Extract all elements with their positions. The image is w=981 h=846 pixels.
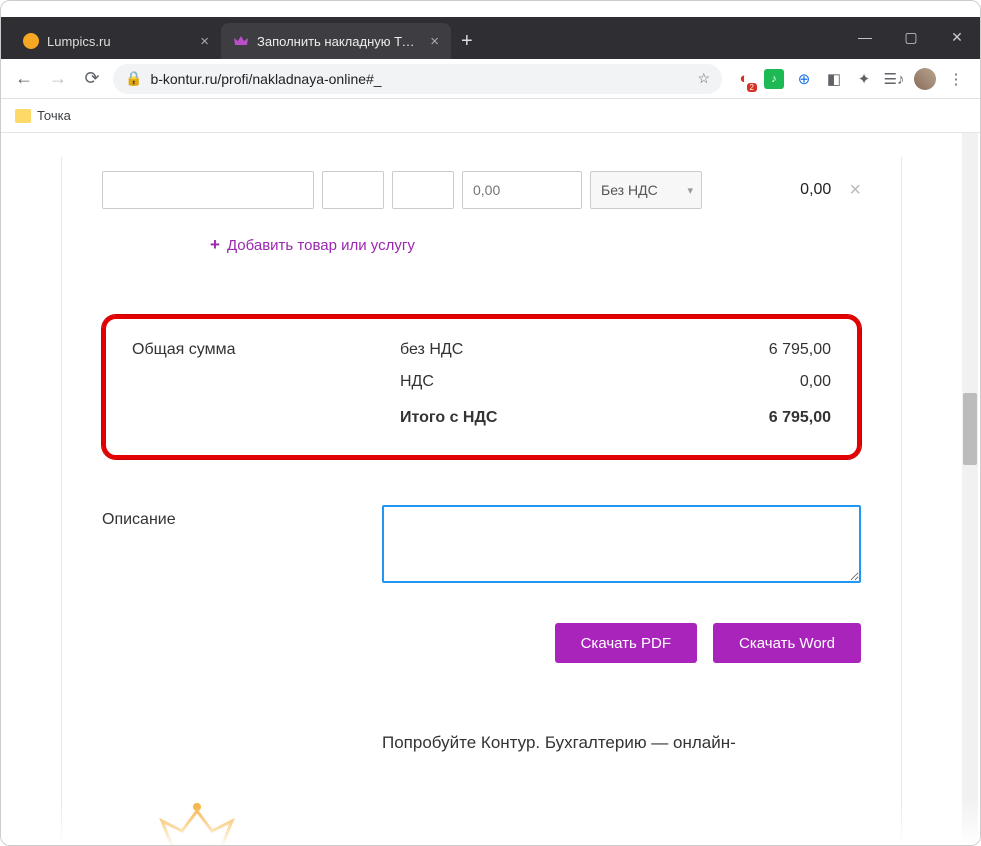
total-row-grand: Итого с НДС 6 795,00 [132,409,831,427]
description-label: Описание [102,505,362,583]
page-content: Без НДС 0,00 × + Добавить товар или услу… [1,133,962,846]
browser-tab-kontur[interactable]: Заполнить накладную ТОРГ-12 × [221,23,451,59]
subtotal-value: 6 795,00 [769,341,831,359]
line-total: 0,00 [800,181,831,199]
minimize-button[interactable]: — [842,17,888,57]
promo-text: Попробуйте Контур. Бухгалтерию — онлайн- [382,733,861,753]
window-titlebar [1,1,980,17]
description-textarea[interactable] [382,505,861,583]
item-price-input[interactable] [462,171,582,209]
extension-globe-icon[interactable]: ⊕ [794,69,814,89]
item-qty-input[interactable] [322,171,384,209]
maximize-button[interactable]: ▢ [888,17,934,57]
page-viewport: Без НДС 0,00 × + Добавить товар или услу… [1,133,980,846]
bookmark-item[interactable]: Точка [37,108,71,123]
reload-button[interactable]: ⟳ [79,66,105,92]
extensions-menu-icon[interactable]: ✦ [854,69,874,89]
bookmark-star-icon[interactable]: ☆ [697,70,710,87]
folder-icon [15,109,31,123]
total-row-without-vat: Общая сумма без НДС 6 795,00 [132,341,831,359]
extensions-area: ◐2 ♪ ⊕ ◧ ✦ ☰♪ ⋮ [730,68,970,90]
crown-icon [233,33,249,49]
vat-select[interactable]: Без НДС [590,171,702,209]
close-icon[interactable]: × [430,33,439,50]
close-window-button[interactable]: ✕ [934,17,980,57]
vat-label: НДС [400,373,434,391]
window-controls: — ▢ ✕ [842,17,980,57]
item-row: Без НДС 0,00 × [102,171,861,209]
browser-toolbar: ← → ⟳ 🔒 b-kontur.ru/profi/nakladnaya-onl… [1,59,980,99]
total-row-vat: НДС 0,00 [132,373,831,391]
download-word-button[interactable]: Скачать Word [713,623,861,663]
forward-button[interactable]: → [45,66,71,92]
favicon-icon [23,33,39,49]
tab-title: Заполнить накладную ТОРГ-12 [257,34,424,49]
extension-cube-icon[interactable]: ◧ [824,69,844,89]
bookmarks-bar: Точка [1,99,980,133]
download-pdf-button[interactable]: Скачать PDF [555,623,697,663]
add-item-button[interactable]: + Добавить товар или услугу [210,235,861,255]
browser-tab-lumpics[interactable]: Lumpics.ru × [11,23,221,59]
grand-total-label: Итого с НДС [400,409,497,427]
url-text: b-kontur.ru/profi/nakladnaya-online#_ [150,71,381,87]
item-unit-input[interactable] [392,171,454,209]
reading-list-icon[interactable]: ☰♪ [884,69,904,89]
page-scrollbar[interactable] [962,133,978,846]
extension-adblock-icon[interactable]: ◐2 [734,69,754,89]
extension-music-icon[interactable]: ♪ [764,69,784,89]
form-panel: Без НДС 0,00 × + Добавить товар или услу… [61,157,902,846]
description-row: Описание [102,505,861,583]
lock-icon: 🔒 [125,70,142,87]
remove-line-icon[interactable]: × [849,179,861,202]
close-icon[interactable]: × [200,33,209,50]
item-name-input[interactable] [102,171,314,209]
profile-avatar[interactable] [914,68,936,90]
browser-window: Lumpics.ru × Заполнить накладную ТОРГ-12… [0,0,981,846]
chrome-menu-icon[interactable]: ⋮ [946,69,966,89]
grand-total-value: 6 795,00 [769,409,831,427]
address-bar[interactable]: 🔒 b-kontur.ru/profi/nakladnaya-online#_ … [113,64,722,94]
scrollbar-thumb[interactable] [963,393,977,465]
vat-value: 0,00 [800,373,831,391]
download-buttons: Скачать PDF Скачать Word [102,623,861,663]
subtotal-label: без НДС [400,341,463,359]
tab-title: Lumpics.ru [47,34,194,49]
tab-strip: Lumpics.ru × Заполнить накладную ТОРГ-12… [1,17,980,59]
totals-heading: Общая сумма [132,341,400,359]
mascot-icon [142,801,282,846]
plus-icon: + [210,235,220,255]
totals-summary-box: Общая сумма без НДС 6 795,00 НДС 0,00 Ит… [102,315,861,459]
new-tab-button[interactable]: + [461,30,473,53]
add-item-label: Добавить товар или услугу [227,237,415,254]
back-button[interactable]: ← [11,66,37,92]
